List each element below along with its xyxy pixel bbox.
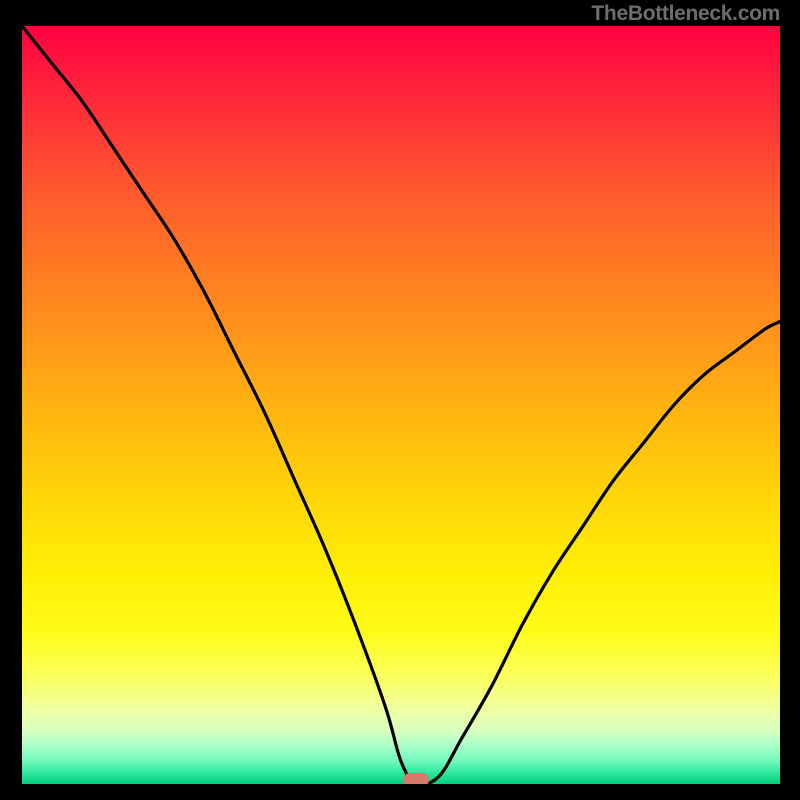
plot-area [22, 26, 780, 784]
optimal-point-marker [403, 773, 429, 784]
outer-frame: TheBottleneck.com [0, 0, 800, 800]
attribution-watermark: TheBottleneck.com [591, 2, 780, 26]
bottleneck-curve [22, 26, 780, 784]
